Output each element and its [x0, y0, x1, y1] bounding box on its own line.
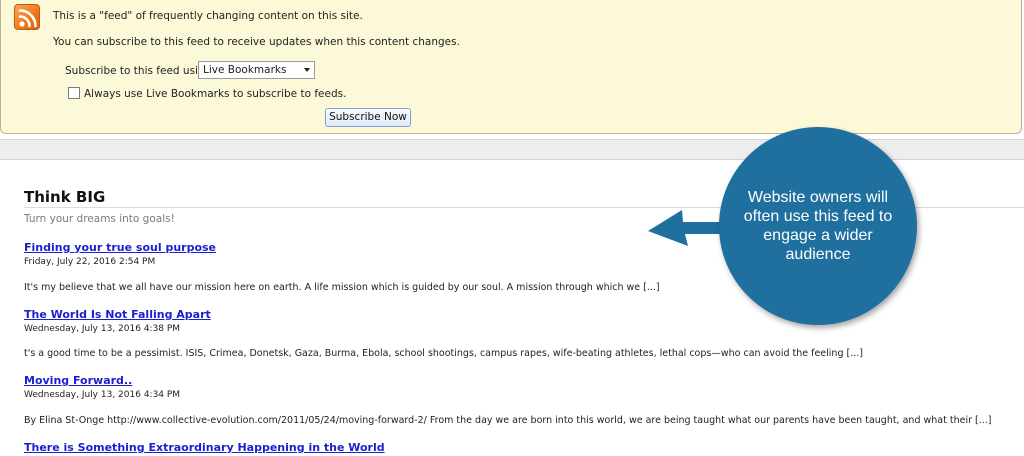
callout-bubble: Website owners will often use this feed …	[719, 127, 917, 325]
callout-text: Website owners will often use this feed …	[743, 189, 893, 263]
